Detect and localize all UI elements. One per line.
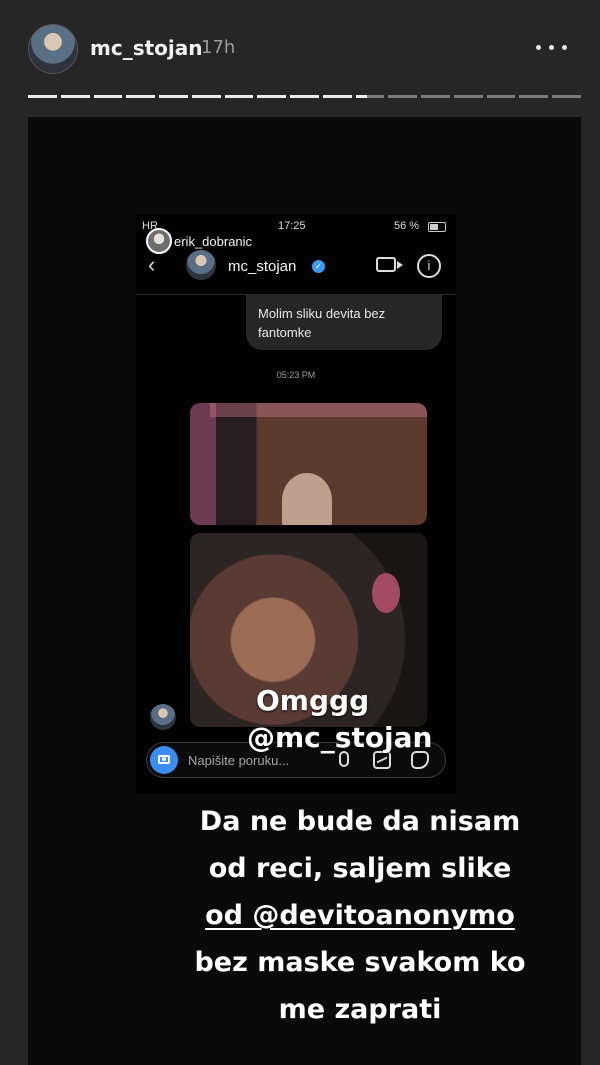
caption-line-2: od reci, saljem slike bbox=[208, 853, 512, 884]
progress-segment bbox=[126, 95, 156, 98]
battery-icon bbox=[428, 222, 446, 232]
progress-segment bbox=[519, 95, 549, 98]
progress-segment bbox=[552, 95, 582, 98]
story-username[interactable]: mc_stojan bbox=[90, 36, 203, 60]
sender-avatar bbox=[150, 704, 176, 730]
progress-segment bbox=[191, 95, 221, 98]
caption-line-5: me zaprati bbox=[278, 994, 442, 1025]
video-call-icon bbox=[376, 257, 403, 272]
chat-avatar bbox=[186, 250, 216, 280]
info-icon: i bbox=[417, 254, 441, 278]
message-photo-1 bbox=[190, 403, 427, 525]
story-progress-bar bbox=[28, 95, 582, 98]
chat-header-name: mc_stojan bbox=[228, 258, 297, 275]
verified-icon: ✓ bbox=[312, 260, 325, 273]
progress-segment bbox=[290, 95, 319, 98]
more-icon[interactable] bbox=[534, 34, 570, 60]
avatar[interactable] bbox=[28, 24, 78, 74]
overlay-omggg-text: Omggg bbox=[256, 684, 370, 717]
progress-segment bbox=[257, 95, 287, 98]
caption-line-1: Da ne bude da nisam bbox=[199, 806, 521, 837]
progress-segment bbox=[421, 95, 450, 98]
composer-placeholder: Napišite poruku... bbox=[188, 753, 290, 768]
mention-sticker-name: erik_dobranic bbox=[174, 234, 253, 249]
progress-segment bbox=[355, 95, 385, 98]
message-bubble: Molim sliku devita bez fantomke bbox=[246, 294, 442, 350]
progress-segment bbox=[453, 95, 483, 98]
story-caption: Da ne bude da nisam od reci, saljem slik… bbox=[160, 798, 560, 1033]
caption-line-4: bez maske svakom ko bbox=[194, 947, 526, 978]
progress-segment bbox=[159, 95, 188, 98]
camera-icon bbox=[150, 746, 178, 774]
caption-line-3-mention[interactable]: od @devitoanonymo bbox=[160, 892, 560, 939]
back-icon: ‹ bbox=[148, 252, 156, 277]
progress-segment bbox=[322, 95, 352, 98]
story-time: 17h bbox=[201, 37, 236, 58]
progress-segment bbox=[93, 95, 123, 98]
progress-segment bbox=[388, 95, 418, 98]
battery-percentage: 56 % bbox=[394, 220, 420, 232]
progress-segment bbox=[28, 95, 57, 98]
status-clock: 17:25 bbox=[278, 220, 306, 232]
mention-avatar bbox=[146, 228, 172, 254]
progress-segment bbox=[224, 95, 254, 98]
mention-sticker[interactable]: @mc_stojan bbox=[247, 721, 433, 754]
progress-segment bbox=[60, 95, 90, 98]
story-header: mc_stojan 17h bbox=[0, 0, 600, 95]
message-timestamp: 05:23 PM bbox=[276, 370, 316, 380]
progress-segment bbox=[486, 95, 516, 98]
